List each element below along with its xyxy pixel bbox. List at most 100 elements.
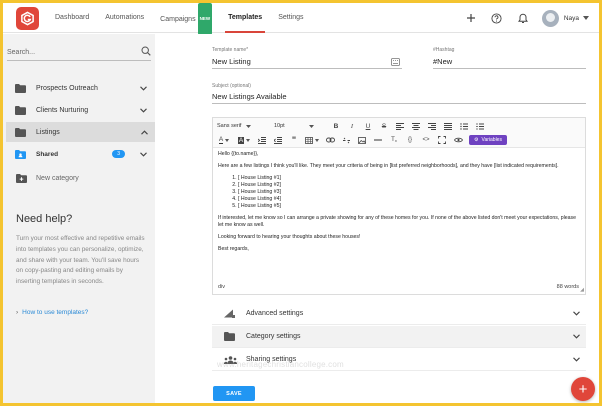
- subject-input[interactable]: New Listings Available: [212, 92, 287, 101]
- font-size-select[interactable]: 10pt: [274, 123, 331, 129]
- help-link-label: How to use templates?: [22, 309, 89, 316]
- search-input[interactable]: Search...: [7, 45, 151, 61]
- list-item: [ House Listing #2]: [238, 182, 580, 189]
- chevron-right-icon: ›: [16, 309, 19, 316]
- folder-icon: [15, 83, 26, 93]
- main-nav: Dashboard Automations Campaigns NEW Templ…: [55, 3, 320, 35]
- code-icon[interactable]: <>: [421, 135, 431, 145]
- unlink-icon[interactable]: [341, 135, 351, 145]
- highlight-color-button[interactable]: A: [237, 135, 251, 145]
- sidebar-item-prospects-outreach[interactable]: Prospects Outreach: [7, 78, 151, 98]
- align-justify-icon[interactable]: [443, 121, 453, 131]
- sidebar-item-listings[interactable]: Listings: [6, 122, 155, 142]
- nav-settings[interactable]: Settings: [278, 3, 303, 33]
- align-left-icon[interactable]: [395, 121, 405, 131]
- app-logo[interactable]: [16, 7, 39, 30]
- bullet-list-icon[interactable]: [475, 121, 485, 131]
- subject-label: Subject (optional): [212, 83, 251, 89]
- chevron-down-icon[interactable]: [140, 151, 147, 157]
- bell-icon[interactable]: [516, 11, 530, 25]
- folder-icon: [224, 332, 238, 341]
- horizontal-rule-icon[interactable]: [373, 135, 383, 145]
- sidebar-item-clients-nurturing[interactable]: Clients Nurturing: [7, 100, 151, 120]
- add-template-button[interactable]: +: [571, 377, 595, 401]
- caret-down-icon: [246, 124, 252, 128]
- link-icon[interactable]: [325, 135, 335, 145]
- top-bar: Dashboard Automations Campaigns NEW Templ…: [3, 3, 599, 35]
- quote-icon[interactable]: ": [289, 135, 299, 145]
- listing-list: [ House Listing #1] [ House Listing #2] …: [238, 175, 580, 210]
- chevron-down-icon: [573, 357, 580, 362]
- accordion-label: Category settings: [246, 333, 301, 340]
- accordion-label: Advanced settings: [246, 310, 304, 317]
- nav-dashboard[interactable]: Dashboard: [55, 3, 89, 33]
- table-icon[interactable]: [305, 135, 319, 145]
- category-settings-accordion[interactable]: Category settings: [212, 326, 586, 348]
- chevron-up-icon[interactable]: [141, 129, 148, 135]
- fullscreen-icon[interactable]: [437, 135, 447, 145]
- underline-button[interactable]: U: [363, 121, 373, 131]
- app-window: Dashboard Automations Campaigns NEW Templ…: [3, 3, 599, 403]
- chevron-down-icon[interactable]: [140, 107, 147, 113]
- help-text: Turn your most effective and repetitive …: [16, 235, 145, 286]
- toolbar-row-2: A A " Tx {} <> ⚙ Variables: [217, 133, 507, 147]
- align-right-icon[interactable]: [427, 121, 437, 131]
- help-icon[interactable]: [490, 11, 504, 25]
- rich-text-editor: Sans serif 10pt B I U S A A " T x {} <> …: [212, 117, 586, 295]
- top-actions: Naya: [464, 3, 599, 33]
- resize-handle[interactable]: ◢: [580, 287, 584, 293]
- clear-format-icon[interactable]: Tx: [389, 135, 399, 145]
- font-family-value: Sans serif: [217, 123, 242, 129]
- hashtag-input[interactable]: #New: [433, 57, 452, 66]
- italic-button[interactable]: I: [347, 121, 357, 131]
- subject-underline: [212, 103, 586, 104]
- caret-down-icon[interactable]: [583, 16, 589, 20]
- braces-icon[interactable]: {}: [405, 135, 415, 145]
- font-family-select[interactable]: Sans serif: [217, 123, 274, 129]
- search-placeholder: Search...: [7, 49, 36, 56]
- new-category-button[interactable]: New category: [16, 174, 79, 183]
- nav-label: Dashboard: [55, 14, 90, 21]
- save-button[interactable]: SAVE: [213, 386, 255, 401]
- search-icon[interactable]: [141, 46, 151, 56]
- plus-icon[interactable]: [464, 11, 478, 25]
- list-item: [ House Listing #3]: [238, 189, 580, 196]
- watermark: www.heritagechristiancollege.com: [217, 360, 344, 369]
- outdent-icon[interactable]: [273, 135, 283, 145]
- hashtag-label: #Hashtag: [433, 47, 455, 53]
- template-name-input[interactable]: New Listing: [212, 57, 251, 66]
- chevron-down-icon[interactable]: [140, 85, 147, 91]
- sidebar-item-label: Clients Nurturing: [36, 106, 89, 114]
- help-link[interactable]: › How to use templates?: [16, 309, 88, 316]
- avatar[interactable]: [541, 9, 559, 27]
- template-name-label: Template name*: [212, 47, 249, 53]
- email-intro: Here are a few listings I think you'll l…: [218, 163, 559, 169]
- variables-label: Variables: [481, 137, 502, 143]
- editor-content[interactable]: Hello {{to.name}}, Here are a few listin…: [218, 151, 580, 258]
- indent-icon[interactable]: [257, 135, 267, 145]
- add-folder-icon: [16, 174, 27, 183]
- template-name-underline: [212, 68, 402, 69]
- template-editor-panel: Template name* New Listing #Hashtag #New…: [155, 34, 599, 403]
- nav-campaigns[interactable]: Campaigns NEW: [160, 3, 213, 35]
- keyboard-icon[interactable]: [391, 58, 400, 66]
- numbered-list-icon[interactable]: [459, 121, 469, 131]
- nav-automations[interactable]: Automations: [105, 3, 144, 33]
- sidebar-item-shared[interactable]: Shared 3: [7, 144, 151, 164]
- logo-icon: [21, 11, 34, 26]
- align-center-icon[interactable]: [411, 121, 421, 131]
- toolbar-row-1: Sans serif 10pt B I U S: [217, 119, 491, 133]
- strikethrough-button[interactable]: S: [379, 121, 389, 131]
- hashtag-underline: [433, 68, 586, 69]
- user-name[interactable]: Naya: [564, 15, 579, 22]
- bold-button[interactable]: B: [331, 121, 341, 131]
- sidebar: Search... Prospects Outreach Clients Nur…: [3, 34, 155, 403]
- list-item: [ House Listing #4]: [238, 196, 580, 203]
- variables-button[interactable]: ⚙ Variables: [469, 135, 507, 145]
- preview-eye-icon[interactable]: [453, 135, 463, 145]
- gear-icon: ⚙: [474, 137, 479, 143]
- nav-templates[interactable]: Templates: [225, 3, 266, 33]
- image-icon[interactable]: [357, 135, 367, 145]
- font-color-button[interactable]: A: [217, 135, 231, 145]
- advanced-settings-accordion[interactable]: Advanced settings: [212, 303, 586, 325]
